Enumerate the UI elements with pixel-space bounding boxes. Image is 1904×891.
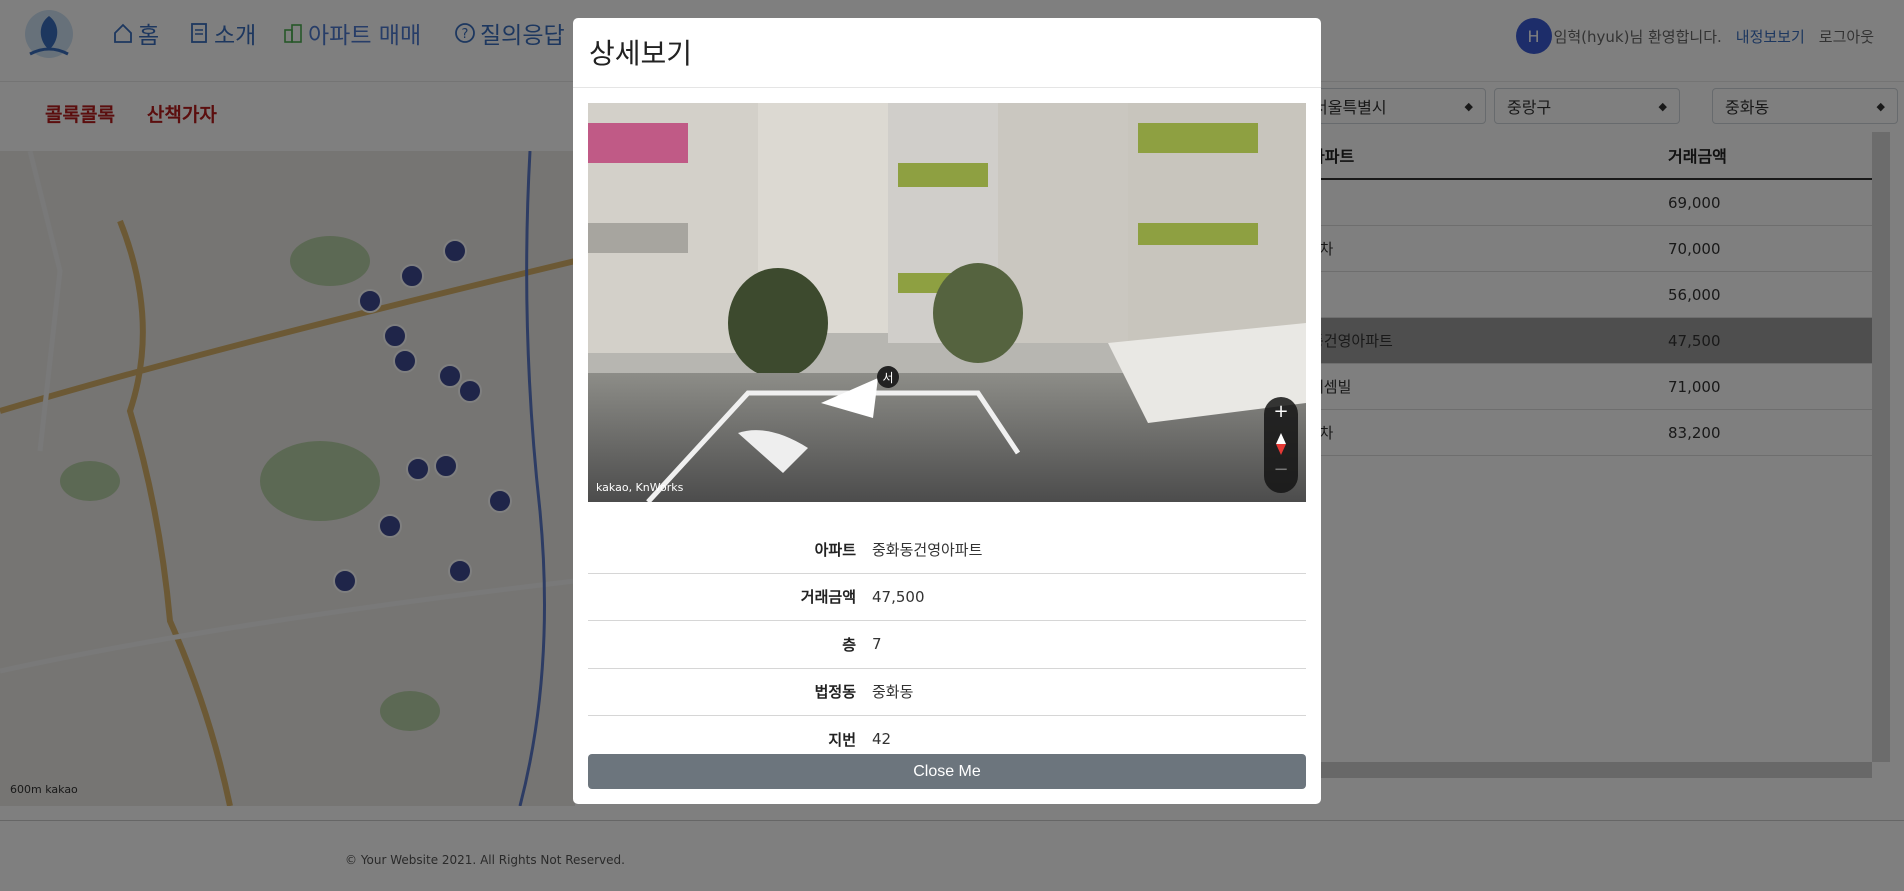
detail-row-floor: 층 7 <box>588 621 1306 669</box>
detail-label: 층 <box>842 635 856 654</box>
detail-value: 중화동 <box>872 683 914 702</box>
roadview-controls: + − <box>1264 397 1298 493</box>
close-button[interactable]: Close Me <box>588 754 1306 789</box>
compass-icon[interactable] <box>1264 431 1298 457</box>
detail-list: 아파트 중화동건영아파트 거래금액 47,500 층 7 법정동 중화동 지번 … <box>588 526 1306 764</box>
detail-label: 지번 <box>828 730 856 749</box>
detail-value: 42 <box>872 730 892 749</box>
detail-modal: 상세보기 서 kakao, KnWorks + − 아파트 중화동건영아파트 거… <box>573 18 1321 804</box>
modal-title: 상세보기 <box>589 37 693 70</box>
roadview-image[interactable]: 서 <box>588 103 1306 502</box>
detail-row-apartment: 아파트 중화동건영아파트 <box>588 526 1306 574</box>
zoom-in-icon[interactable]: + <box>1264 401 1298 425</box>
modal-header: 상세보기 <box>573 18 1321 88</box>
detail-label: 거래금액 <box>800 588 856 607</box>
direction-label: 서 <box>882 371 893 385</box>
zoom-out-icon[interactable]: − <box>1264 459 1298 483</box>
detail-value: 7 <box>872 635 882 654</box>
detail-value: 중화동건영아파트 <box>872 540 983 559</box>
roadview-panel[interactable]: 서 kakao, KnWorks + − <box>588 103 1306 502</box>
roadview-logo: kakao, KnWorks <box>596 481 684 494</box>
detail-row-dong: 법정동 중화동 <box>588 669 1306 716</box>
detail-label: 법정동 <box>814 683 856 702</box>
detail-row-price: 거래금액 47,500 <box>588 574 1306 621</box>
detail-label: 아파트 <box>814 540 856 559</box>
detail-value: 47,500 <box>872 587 925 606</box>
